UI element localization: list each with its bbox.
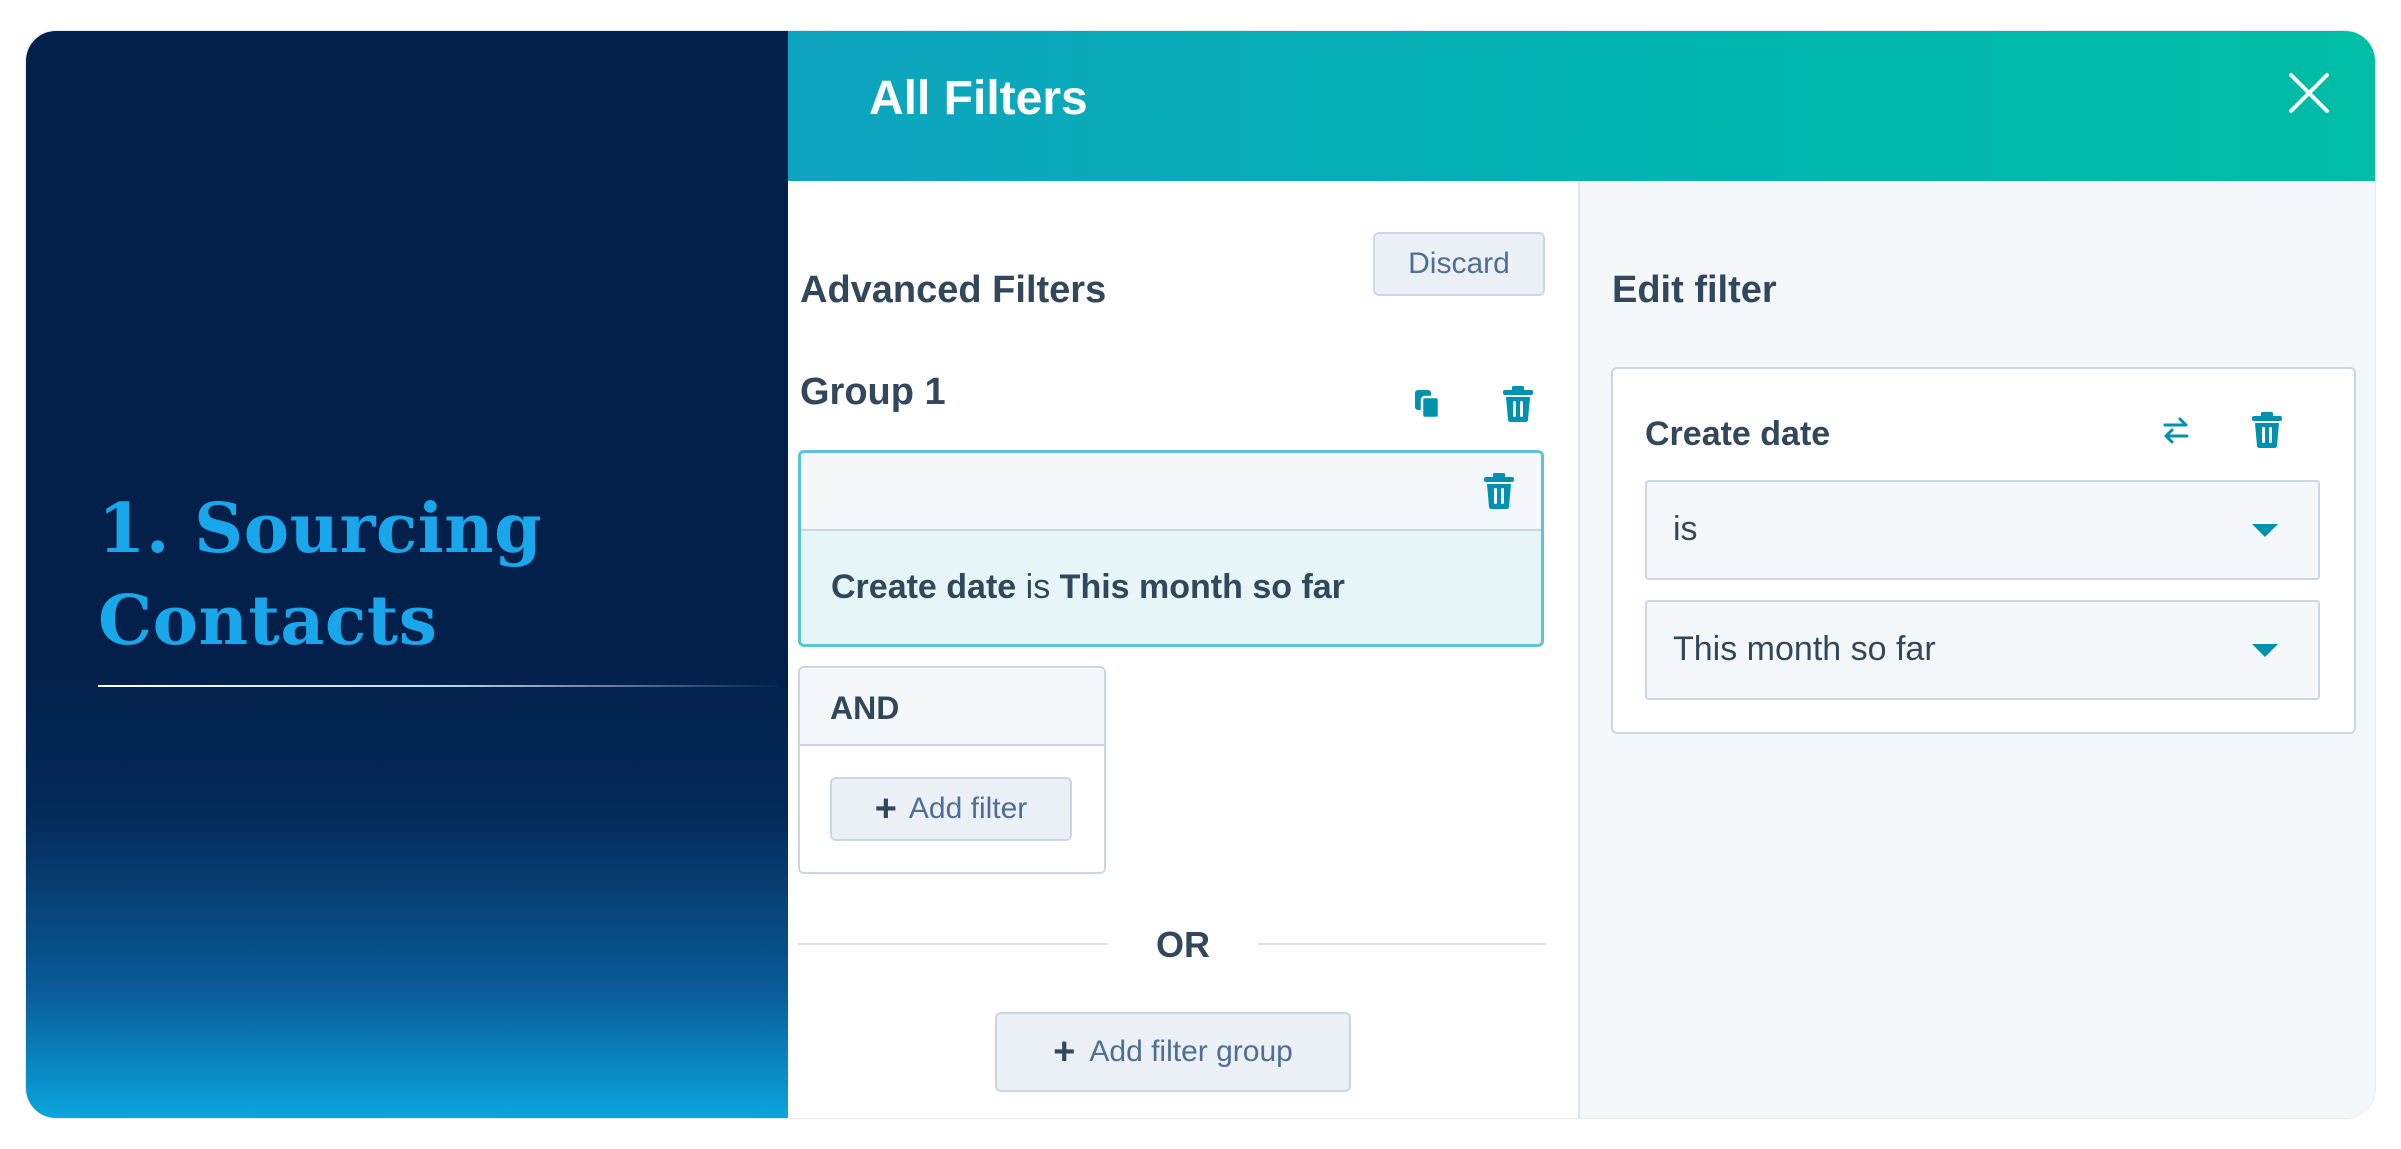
chevron-down-icon — [2252, 524, 2278, 537]
filter-value: This month so far — [1059, 568, 1345, 606]
slide-card: 1. Sourcing Contacts All Filters Advance… — [26, 31, 2375, 1118]
edit-filter-card: Create date is This month so far — [1611, 367, 2356, 734]
filter-condition-text: Create date is This month so far — [831, 568, 1345, 607]
discard-button[interactable]: Discard — [1373, 232, 1545, 296]
delete-edit-filter-icon[interactable] — [2245, 408, 2289, 452]
add-filter-group-button[interactable]: + Add filter group — [995, 1012, 1351, 1092]
all-filters-modal: All Filters Advanced Filters Discard Gro… — [788, 31, 2375, 1118]
and-block: AND + Add filter — [798, 666, 1106, 874]
advanced-filters-panel: Advanced Filters Discard Group 1 Create … — [788, 181, 1578, 1118]
filter-condition-card[interactable]: Create date is This month so far — [798, 450, 1544, 647]
edit-filter-title: Edit filter — [1612, 269, 1777, 311]
filter-card-header — [801, 453, 1541, 531]
operator-select[interactable]: is — [1645, 480, 2320, 580]
chevron-down-icon — [2252, 644, 2278, 657]
edit-filter-panel: Edit filter Create date is This month so… — [1580, 181, 2375, 1118]
add-filter-group-label: Add filter group — [1089, 1035, 1293, 1068]
hero-title-line-1: 1. Sourcing — [98, 489, 543, 569]
hero-divider — [98, 685, 778, 687]
filter-operator: is — [1025, 568, 1051, 606]
delete-group-icon[interactable] — [1496, 382, 1540, 426]
plus-icon: + — [874, 788, 897, 830]
hero-panel: 1. Sourcing Contacts — [26, 31, 788, 1118]
add-filter-button[interactable]: + Add filter — [830, 777, 1072, 841]
swap-property-icon[interactable] — [2154, 408, 2198, 452]
or-divider-right — [1258, 943, 1546, 945]
hero-title-line-2: Contacts — [98, 581, 438, 661]
group-title: Group 1 — [800, 371, 946, 413]
or-divider-left — [798, 943, 1108, 945]
hero-title: 1. Sourcing Contacts — [98, 483, 738, 667]
clone-group-icon[interactable] — [1406, 382, 1450, 426]
plus-icon: + — [1053, 1031, 1076, 1073]
close-icon[interactable] — [2283, 67, 2335, 119]
advanced-filters-title: Advanced Filters — [800, 269, 1107, 311]
operator-select-value: is — [1673, 510, 1698, 548]
modal-header: All Filters — [788, 31, 2375, 181]
and-label: AND — [830, 690, 900, 726]
add-filter-label: Add filter — [908, 792, 1028, 825]
delete-filter-icon[interactable] — [1477, 469, 1521, 513]
filter-property: Create date — [831, 568, 1017, 606]
modal-title: All Filters — [869, 72, 1088, 125]
edit-filter-property: Create date — [1645, 415, 1831, 453]
or-label: OR — [1156, 924, 1210, 965]
date-range-select[interactable]: This month so far — [1645, 600, 2320, 700]
and-header: AND — [800, 668, 1104, 746]
date-range-select-value: This month so far — [1673, 630, 1936, 668]
